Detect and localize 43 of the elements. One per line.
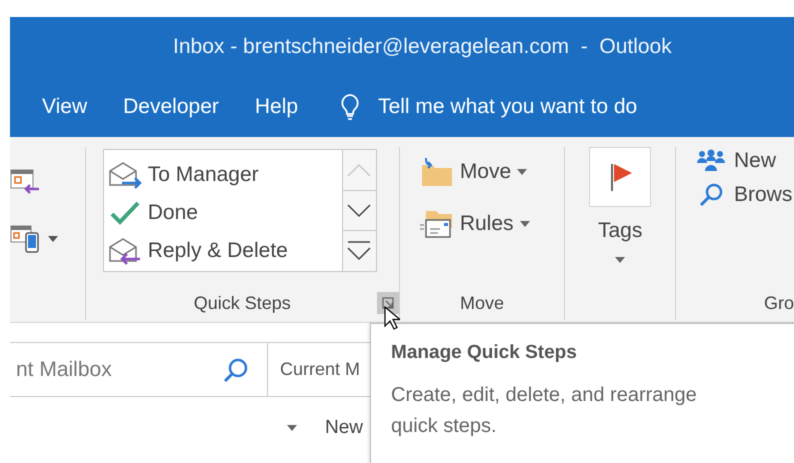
lightbulb-icon xyxy=(340,93,360,121)
ribbon-tab[interactable]: View xyxy=(30,89,100,125)
envelope-reply-icon xyxy=(108,237,142,265)
ribbon-button[interactable]: Rules xyxy=(420,209,564,239)
folder-envelope-icon xyxy=(420,209,454,239)
group-label: Gro xyxy=(764,292,794,314)
tell-me-field[interactable]: Tell me what you want to do xyxy=(378,95,638,119)
caret-icon[interactable] xyxy=(287,425,297,431)
ribbon-button[interactable]: New xyxy=(696,149,794,173)
chevron-down-icon xyxy=(347,204,372,218)
expand-icon xyxy=(347,241,372,262)
tooltip-text: Create, edit, delete, and rearrange quick steps. xyxy=(391,383,698,439)
scroll-down-button[interactable] xyxy=(342,190,376,232)
caret-icon xyxy=(520,221,530,227)
group-label: Quick Steps xyxy=(194,292,291,314)
ribbon-button[interactable]: Brows xyxy=(696,183,794,207)
more-button[interactable] xyxy=(342,231,376,272)
folder-arrow-icon xyxy=(420,157,454,187)
quick-step-item[interactable]: Done xyxy=(104,194,342,232)
quick-step-item[interactable]: To Manager xyxy=(104,156,342,194)
ribbon-tab[interactable]: Developer xyxy=(111,89,231,125)
caret-icon xyxy=(517,169,528,175)
ribbon-button[interactable]: Move xyxy=(420,157,564,187)
search-icon[interactable] xyxy=(223,356,249,382)
calendar-phone-icon[interactable] xyxy=(10,225,40,253)
search-field[interactable]: nt Mailbox xyxy=(10,343,268,396)
envelope-forward-icon xyxy=(108,161,142,189)
search-scope-dropdown[interactable]: Current M xyxy=(268,343,360,396)
calendar-arrow-icon[interactable] xyxy=(10,169,40,195)
quick-step-item[interactable]: Reply & Delete xyxy=(104,232,342,270)
ribbon-tab[interactable]: Help xyxy=(242,89,310,125)
group-label: Move xyxy=(460,292,504,314)
tags-button[interactable]: Tags xyxy=(565,147,675,286)
launcher-icon xyxy=(382,297,394,309)
tooltip-title: Manage Quick Steps xyxy=(391,342,578,364)
caret-icon[interactable] xyxy=(48,236,58,242)
dialog-launcher-button[interactable] xyxy=(376,292,399,314)
new-label: New xyxy=(325,417,364,439)
checkmark-icon xyxy=(108,199,142,227)
people-icon xyxy=(696,149,726,173)
chevron-up-icon xyxy=(347,162,372,177)
window-title: Inbox - brentschneider@leveragelean.com - Outlook xyxy=(173,35,672,59)
caret-icon xyxy=(615,257,626,263)
